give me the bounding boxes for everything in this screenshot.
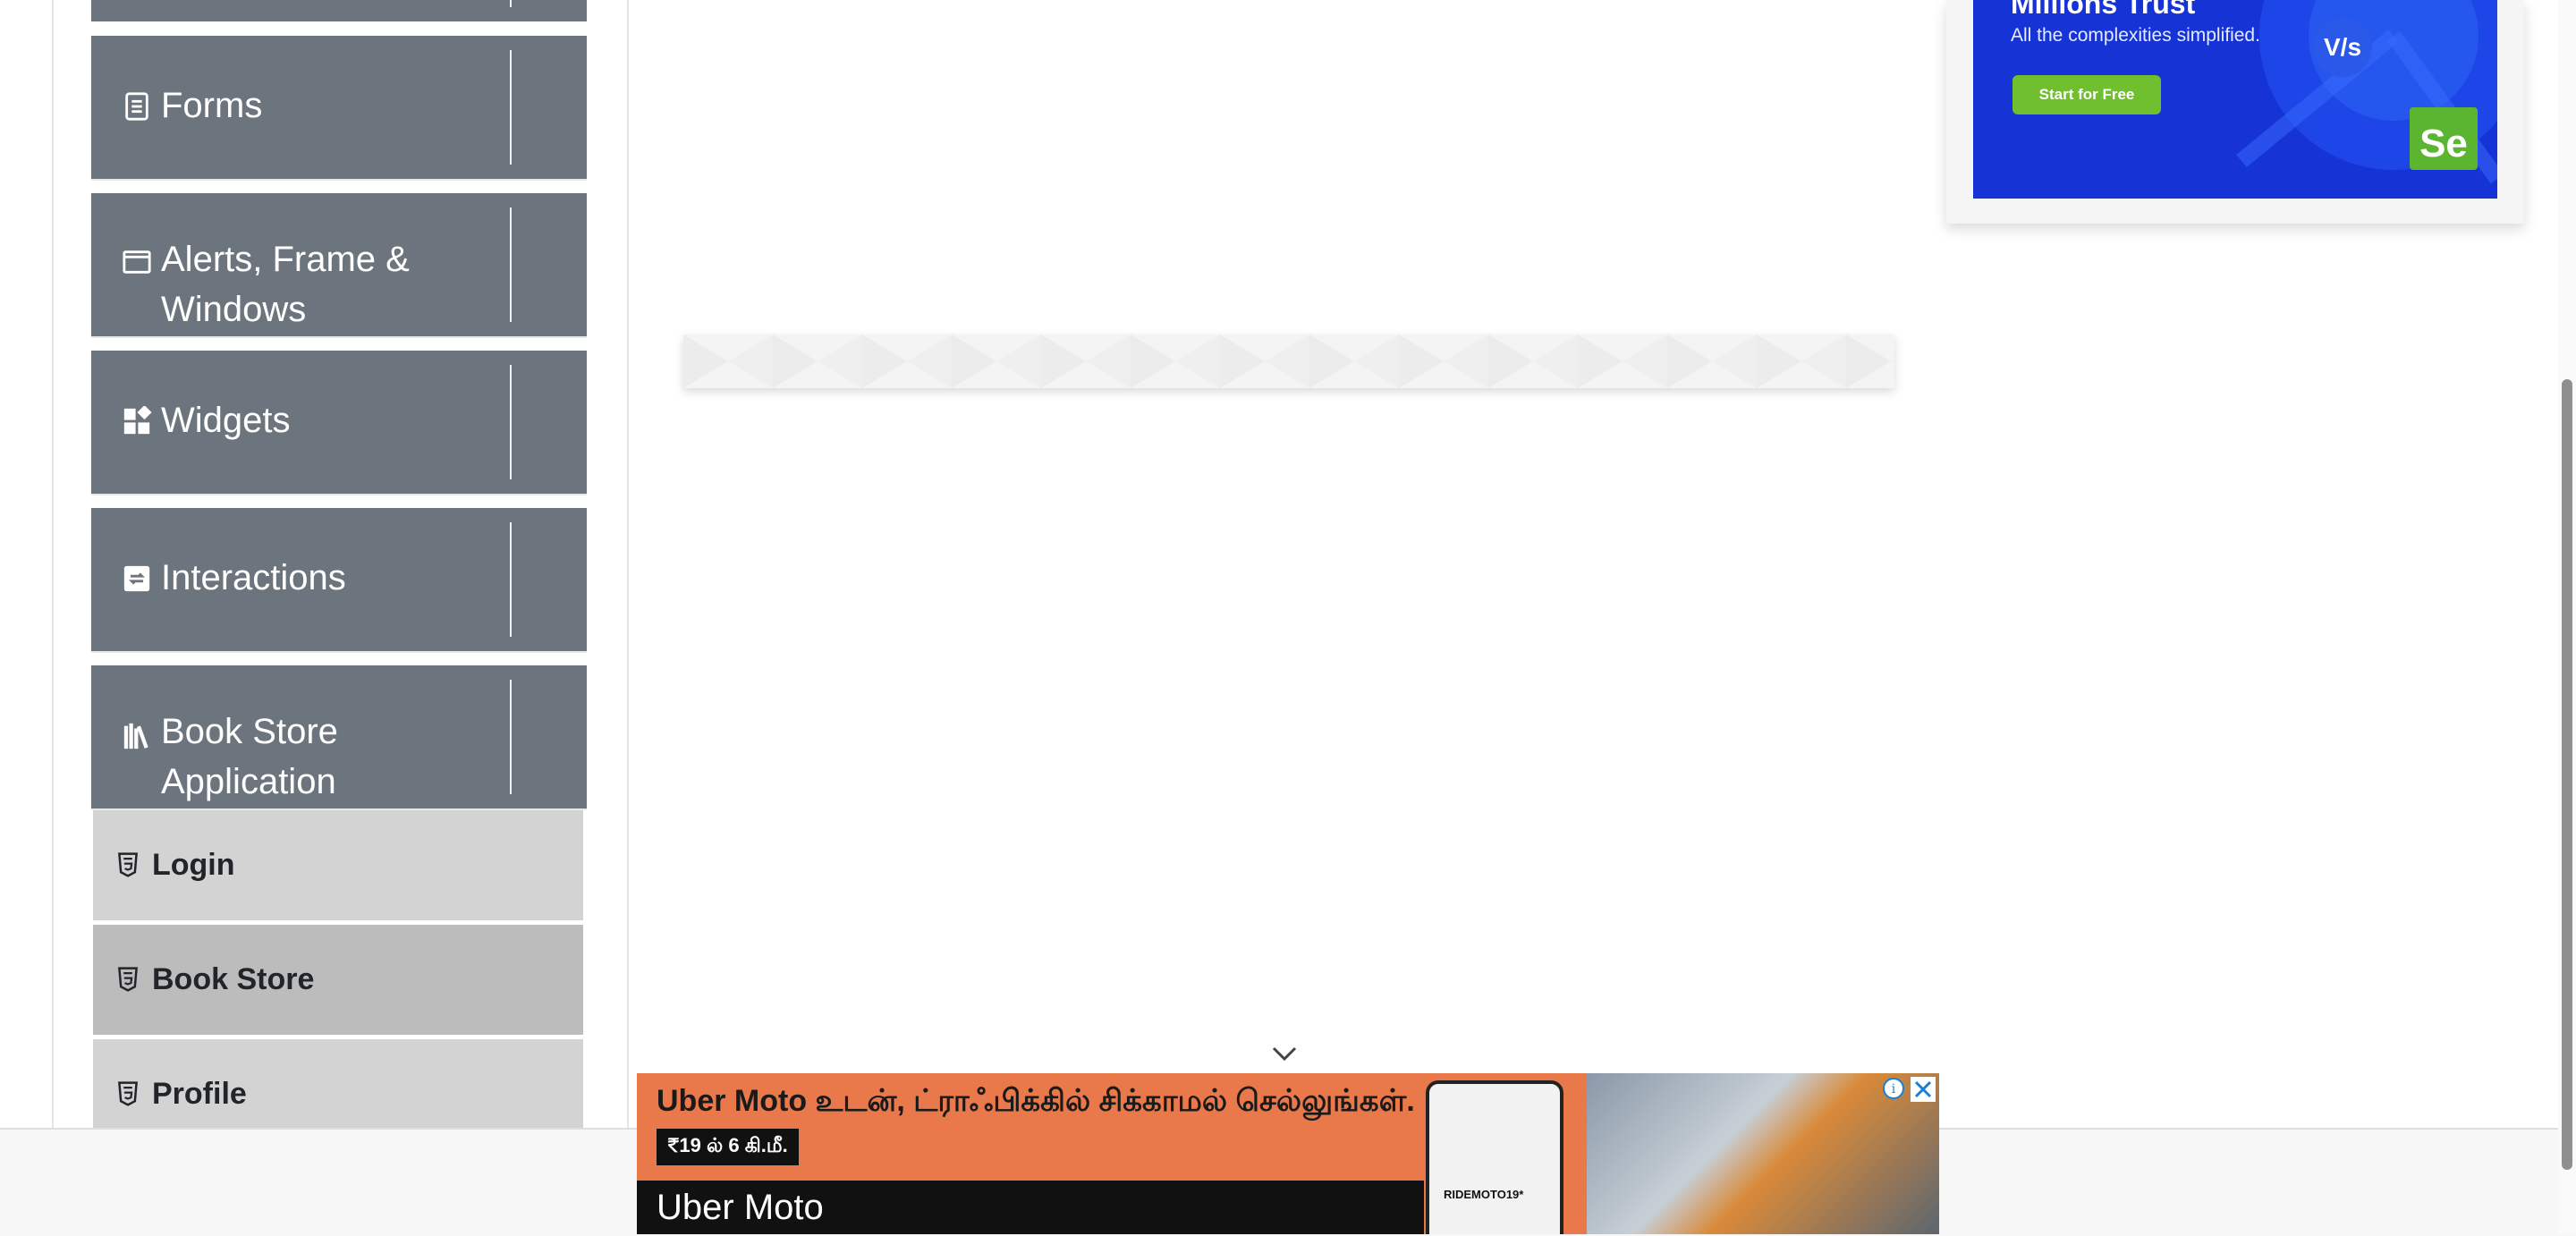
group-header-previous[interactable]: [91, 0, 587, 21]
html5-icon: [118, 852, 138, 877]
vs-badge: V/s: [2313, 18, 2372, 77]
sidebar-left-border: [52, 0, 54, 1129]
group-title-line-1: Book Store: [161, 712, 338, 751]
phone-caption: RIDEMOTO19*: [1444, 1188, 1524, 1201]
menu-item-label: Book Store: [152, 962, 315, 996]
bottom-ad[interactable]: Uber Moto உடன், ட்ராஃபிக்கில் சிக்காமல் …: [637, 1073, 1939, 1234]
info-icon[interactable]: i: [1882, 1077, 1905, 1100]
collapse-arrow-icon[interactable]: [626, 717, 660, 757]
ad-brand: Uber Moto: [657, 1188, 824, 1227]
group-title: Interactions: [161, 558, 346, 597]
widgets-icon: [123, 406, 152, 435]
header-divider: [510, 522, 512, 637]
window-icon: [123, 250, 151, 274]
ad-title: Millions Trust: [2011, 0, 2196, 20]
header-divider: [510, 0, 512, 7]
ad-price: ₹19 ல் 6 கி.மீ.: [657, 1129, 799, 1165]
group-header-alerts-frame-windows[interactable]: Alerts, Frame & Windows: [91, 193, 657, 338]
expand-arrow-icon[interactable]: [626, 245, 660, 284]
interactions-icon: [123, 565, 150, 592]
header-divider: [510, 680, 512, 794]
banner-pattern: [683, 334, 1894, 388]
group-header-interactions[interactable]: Interactions: [91, 508, 657, 653]
chevron-down-icon[interactable]: [1270, 1043, 1299, 1064]
html5-icon: [118, 1081, 138, 1106]
close-icon[interactable]: [1911, 1077, 1936, 1102]
header-divider: [510, 50, 512, 165]
menu-item-login[interactable]: Login: [93, 810, 583, 922]
ad-subtitle: All the complexities simplified.: [2011, 25, 2260, 46]
books-icon: [123, 723, 148, 749]
phone-image: RIDEMOTO19*: [1426, 1080, 1563, 1234]
html5-icon: [118, 967, 138, 992]
selenium-badge: Se: [2410, 107, 2478, 170]
header-divider: [510, 365, 512, 479]
group-header-widgets[interactable]: Widgets: [91, 351, 657, 495]
menu-item-label: Profile: [152, 1077, 247, 1111]
scrollbar-thumb[interactable]: [2562, 379, 2572, 1170]
header-divider: [510, 207, 512, 322]
expand-arrow-icon[interactable]: [626, 88, 660, 127]
menu-item-label: Login: [152, 848, 235, 882]
start-for-free-button[interactable]: Start for Free: [2012, 75, 2161, 114]
menu-item-book-store[interactable]: Book Store: [93, 925, 583, 1037]
group-title: Widgets: [161, 401, 291, 440]
svg-text:i: i: [1892, 1082, 1896, 1096]
group-title-line-2: Windows: [161, 290, 307, 329]
group-title-line-2: Application: [161, 762, 336, 801]
right-ad[interactable]: Millions Trust All the complexities simp…: [1973, 0, 2497, 199]
expand-arrow-icon[interactable]: [626, 402, 660, 442]
group-header-book-store-application[interactable]: Book Store Application: [91, 665, 657, 810]
expand-arrow-icon[interactable]: [626, 560, 660, 599]
document-icon: [125, 92, 148, 121]
ad-headline: Uber Moto உடன், ட்ராஃபிக்கில் சிக்காமல் …: [657, 1084, 1415, 1118]
group-title-line-1: Alerts, Frame &: [161, 240, 410, 279]
group-header-forms[interactable]: Forms: [91, 36, 657, 181]
group-title: Forms: [161, 86, 263, 125]
center-ad-banner[interactable]: [683, 334, 1894, 388]
